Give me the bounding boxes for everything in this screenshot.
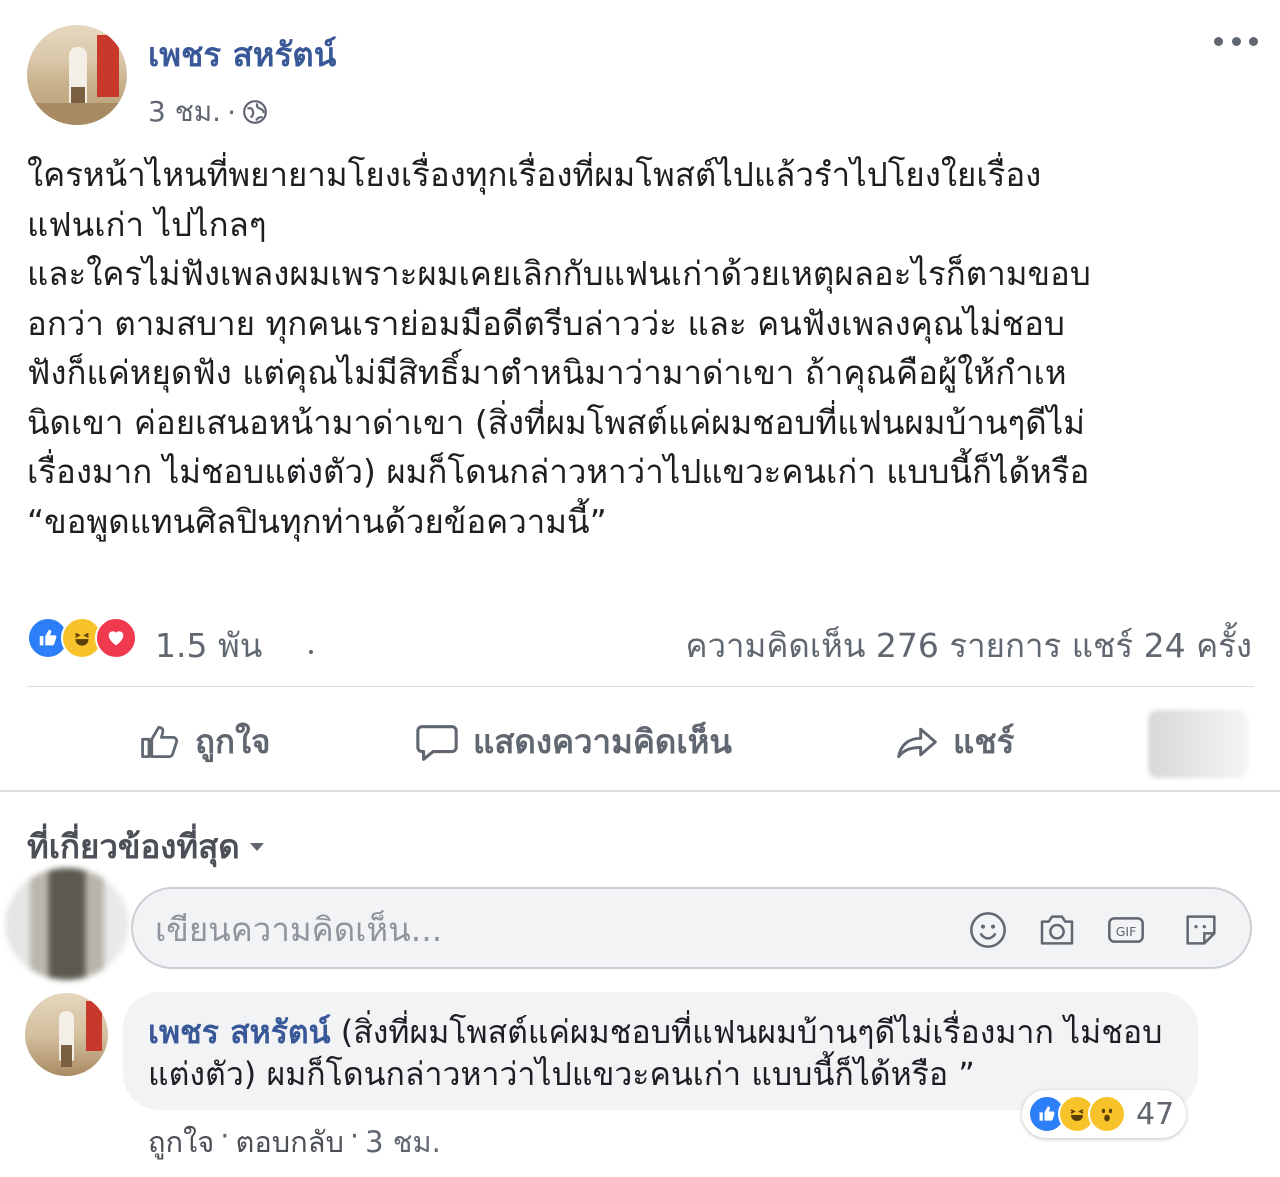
post-time[interactable]: 3 ชม. [148,90,221,134]
gif-icon[interactable]: GIF [1105,909,1147,951]
meta-separator: · [227,95,236,129]
comment-actions: ถูกใจ · ตอบกลับ · 3 ชม. [148,1119,441,1165]
comment-reactions[interactable]: 47 [1022,1090,1187,1138]
separator: · [349,1119,360,1153]
like-button[interactable]: ถูกใจ [137,715,270,768]
divider [27,686,1254,687]
post-author-name[interactable]: เพชร สหรัตน์ [148,28,336,81]
separator: · [220,1119,230,1153]
comment-input[interactable] [153,903,937,955]
current-user-avatar [5,868,129,980]
commenter-avatar[interactable] [25,993,108,1076]
dot-separator [309,650,313,654]
wow-icon [1088,1095,1126,1133]
camera-icon[interactable] [1036,909,1078,951]
sort-label: ที่เกี่ยวข้องที่สุด [27,827,240,866]
author-avatar[interactable] [27,25,127,125]
share-label: แชร์ [953,722,1015,761]
comment-reply-link[interactable]: ตอบกลับ [236,1119,344,1165]
sticker-icon[interactable] [1180,909,1222,951]
like-label: ถูกใจ [195,722,271,761]
comment-text: เพชร สหรัตน์ (สิ่งที่ผมโพสต์แค่ผมชอบที่แ… [148,1011,1188,1095]
comment-button[interactable]: แสดงความคิดเห็น [413,715,732,768]
share-button[interactable]: แชร์ [893,715,1014,768]
globe-icon [243,100,267,124]
comment-reaction-count: 47 [1136,1096,1175,1132]
svg-text:GIF: GIF [1116,924,1137,939]
comment-like-link[interactable]: ถูกใจ [148,1119,214,1165]
reaction-count[interactable]: 1.5 พัน [155,619,262,672]
reaction-icons[interactable] [27,617,137,659]
comment-composer[interactable]: GIF [131,887,1252,969]
section-divider [0,790,1280,792]
share-icon [897,727,937,758]
comment-icon [416,724,458,761]
emoji-icon[interactable] [967,909,1009,951]
comments-shares-count[interactable]: ความคิดเห็น 276 รายการ แชร์ 24 ครั้ง [685,619,1252,672]
post-meta: 3 ชม. · [148,90,268,134]
post-text: ใครหน้าไหนที่พยายามโยงเรื่องทุกเรื่องที่… [27,155,1091,541]
love-icon [95,617,137,659]
blurred-avatar-selector[interactable] [1148,710,1248,778]
caret-down-icon [249,842,264,851]
comment-author[interactable]: เพชร สหรัตน์ [148,1013,331,1051]
comment-label: แสดงความคิดเห็น [473,722,732,761]
more-options-icon[interactable] [1214,30,1258,52]
comment-sort-dropdown[interactable]: ที่เกี่ยวข้องที่สุด [27,820,264,873]
thumbs-up-icon [141,725,179,758]
comment-time[interactable]: 3 ชม. [365,1119,441,1165]
